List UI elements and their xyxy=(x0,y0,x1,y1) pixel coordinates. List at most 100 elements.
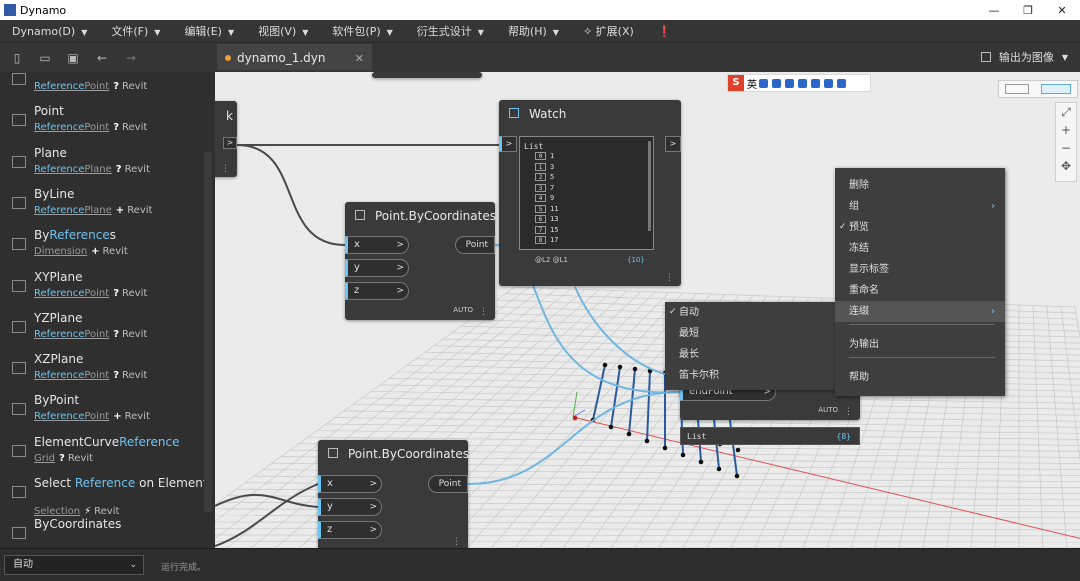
window-title: Dynamo xyxy=(20,3,67,17)
node-point-by-coordinates-2[interactable]: Point.ByCoordinates x > y > z > Point ⋮ xyxy=(318,440,469,548)
library-item[interactable]: Select Reference on Element Selection ⚡ Rev… xyxy=(0,474,208,517)
library-item[interactable]: Plane ReferencePlane? Revit xyxy=(0,144,205,185)
lacing-option[interactable]: 最短 xyxy=(665,323,835,344)
minimize-button[interactable]: — xyxy=(978,0,1010,20)
pan-icon[interactable]: ✥ xyxy=(1056,157,1076,175)
output-port-point[interactable]: Point xyxy=(427,475,468,493)
tab-dynamo-1[interactable]: dynamo_1.dyn ✕ xyxy=(217,44,372,70)
context-menu-item[interactable]: 重命名 xyxy=(835,280,1005,301)
lacing-label: AUTO xyxy=(453,306,473,314)
restore-button[interactable]: ❐ xyxy=(1012,0,1044,20)
chevron-down-icon: ▼ xyxy=(81,27,88,37)
node-header: Point.ByCoordinates xyxy=(318,440,469,468)
undo-icon[interactable]: ← xyxy=(95,51,109,65)
library-item[interactable]: XZPlane ReferencePoint? Revit xyxy=(0,350,205,391)
node-menu-icon[interactable]: ⋮ xyxy=(665,273,674,283)
input-port-y[interactable]: y > xyxy=(318,498,382,516)
line-preview-bubble[interactable]: List {8} xyxy=(680,427,860,445)
node-partial-left[interactable]: k > ⋮ xyxy=(215,101,237,177)
node-menu-icon[interactable]: ⋮ xyxy=(479,307,488,317)
view-toggle[interactable] xyxy=(998,80,1078,98)
chevron-down-icon: ▼ xyxy=(552,28,559,37)
node-menu-icon[interactable]: ⋮ xyxy=(452,537,461,547)
node-title: k xyxy=(226,109,233,123)
node-watch[interactable]: Watch > > List 0 1 1 3 2 5 3 7 4 9 5 11 6 13 7 15 8 17 @L… xyxy=(499,100,681,286)
node-point-by-coordinates-1[interactable]: Point.ByCoordinates x > y > z > Point AUTO … xyxy=(345,202,496,320)
graph-canvas[interactable]: S 英 ⤢ + − ✥ k > ⋮ Point.ByCoordinates x >… xyxy=(215,72,1080,548)
menu-help[interactable]: 帮助(H) ▼ xyxy=(496,23,571,39)
preview-point xyxy=(734,473,740,479)
input-port-x[interactable]: x > xyxy=(345,236,409,254)
node-type-icon xyxy=(12,527,26,540)
lacing-option[interactable]: 最长 xyxy=(665,344,835,365)
context-menu-item[interactable]: 显示标签 xyxy=(835,259,1005,280)
redo-icon[interactable]: → xyxy=(124,51,138,65)
node-menu-icon[interactable]: ⋮ xyxy=(844,407,853,417)
library-item-category: ReferencePoint? Revit xyxy=(34,370,148,382)
new-file-icon[interactable]: ▯ xyxy=(10,51,24,65)
watch-preview[interactable]: List 0 1 1 3 2 5 3 7 4 9 5 11 6 13 7 15 8 17 xyxy=(519,136,654,250)
graph-view-icon[interactable] xyxy=(1041,84,1071,94)
context-menu-item[interactable]: 帮助 xyxy=(835,367,1005,388)
library-item[interactable]: ByReferences Dimension + Revit xyxy=(0,226,205,267)
input-port-y[interactable]: y > xyxy=(345,259,409,277)
menu-dynamo[interactable]: Dynamo(D) ▼ xyxy=(0,25,99,38)
output-port[interactable]: > xyxy=(665,136,681,152)
library-item[interactable]: YZPlane ReferencePoint? Revit xyxy=(0,309,205,350)
input-port-z[interactable]: z > xyxy=(318,521,382,539)
output-port[interactable]: > xyxy=(223,137,237,149)
node-menu-icon[interactable]: ⋮ xyxy=(221,164,230,174)
ime-toolbar[interactable]: S 英 xyxy=(727,74,871,92)
watch-scrollbar[interactable] xyxy=(648,141,651,231)
input-port-z[interactable]: z > xyxy=(345,282,409,300)
zoom-out-icon[interactable]: − xyxy=(1056,139,1076,157)
context-menu-item[interactable]: 组 › xyxy=(835,196,1005,217)
context-menu-item[interactable]: ✓ 预览 xyxy=(835,217,1005,238)
library-scrollbar[interactable] xyxy=(204,152,212,512)
library-item[interactable]: ByPoint ReferencePoint + Revit xyxy=(0,391,205,432)
menu-extensions[interactable]: ✧ 扩展(X) xyxy=(571,23,646,39)
toolbar: ▯ ▭ ▣ ← → xyxy=(0,42,1080,72)
preview-line xyxy=(592,364,606,421)
open-folder-icon[interactable]: ▭ xyxy=(38,51,52,65)
zoom-in-icon[interactable]: + xyxy=(1056,121,1076,139)
context-menu-item[interactable]: 删除 xyxy=(835,175,1005,196)
node-type-icon xyxy=(12,114,26,127)
input-port-x[interactable]: x > xyxy=(318,475,382,493)
context-menu-item[interactable]: 为输出 xyxy=(835,334,1005,355)
dynamo-app-icon xyxy=(4,4,16,16)
menu-label: 衍生式设计 xyxy=(416,25,472,38)
menu-file[interactable]: 文件(F) ▼ xyxy=(99,23,172,39)
lacing-option[interactable]: ✓ 自动 xyxy=(665,302,835,323)
menu-view[interactable]: 视图(V) ▼ xyxy=(246,23,320,39)
output-port-point[interactable]: Point xyxy=(454,236,495,254)
menu-packages[interactable]: 软件包(P) ▼ xyxy=(320,23,404,39)
port-label: y xyxy=(354,262,360,273)
zoom-fit-icon[interactable]: ⤢ xyxy=(1056,103,1076,121)
library-item[interactable]: ElementCurveReference Grid? Revit xyxy=(0,433,205,474)
run-mode-select[interactable]: 自动 ⌄ xyxy=(4,555,144,575)
close-window-button[interactable]: ✕ xyxy=(1046,0,1078,20)
preview-point xyxy=(662,445,668,451)
context-menu-item[interactable]: 连缀 › xyxy=(835,301,1005,322)
export-image-button[interactable]: 输出为图像 ▼ xyxy=(980,49,1068,65)
3d-view-icon[interactable] xyxy=(1005,84,1029,94)
notification-icon[interactable]: ❗ xyxy=(646,25,684,38)
library-item[interactable]: ByCoordinates xyxy=(0,515,205,548)
menu-edit[interactable]: 编辑(E) ▼ xyxy=(172,23,246,39)
lacing-option[interactable]: 笛卡尔积 xyxy=(665,365,835,386)
library-item[interactable]: Point ReferencePoint? Revit xyxy=(0,102,205,143)
export-label: 输出为图像 xyxy=(998,51,1054,64)
menu-bar: Dynamo(D) ▼ 文件(F) ▼ 编辑(E) ▼ 视图(V) ▼ 软件包(P) ▼ … xyxy=(0,20,1080,42)
node-partial-top[interactable] xyxy=(372,72,482,78)
library-item[interactable]: ByLine ReferencePlane + Revit xyxy=(0,185,205,226)
library-item[interactable]: XYPlane ReferencePoint? Revit xyxy=(0,268,205,309)
library-item[interactable]: ReferencePoint? Revit xyxy=(0,72,205,102)
save-icon[interactable]: ▣ xyxy=(66,51,80,65)
close-tab-icon[interactable]: ✕ xyxy=(355,52,364,65)
chevron-right-icon: > xyxy=(369,525,377,535)
node-type-icon xyxy=(12,279,26,292)
menu-generative-design[interactable]: 衍生式设计 ▼ xyxy=(405,23,496,39)
context-menu-item[interactable]: 冻结 xyxy=(835,238,1005,259)
input-port[interactable]: > xyxy=(499,136,517,152)
